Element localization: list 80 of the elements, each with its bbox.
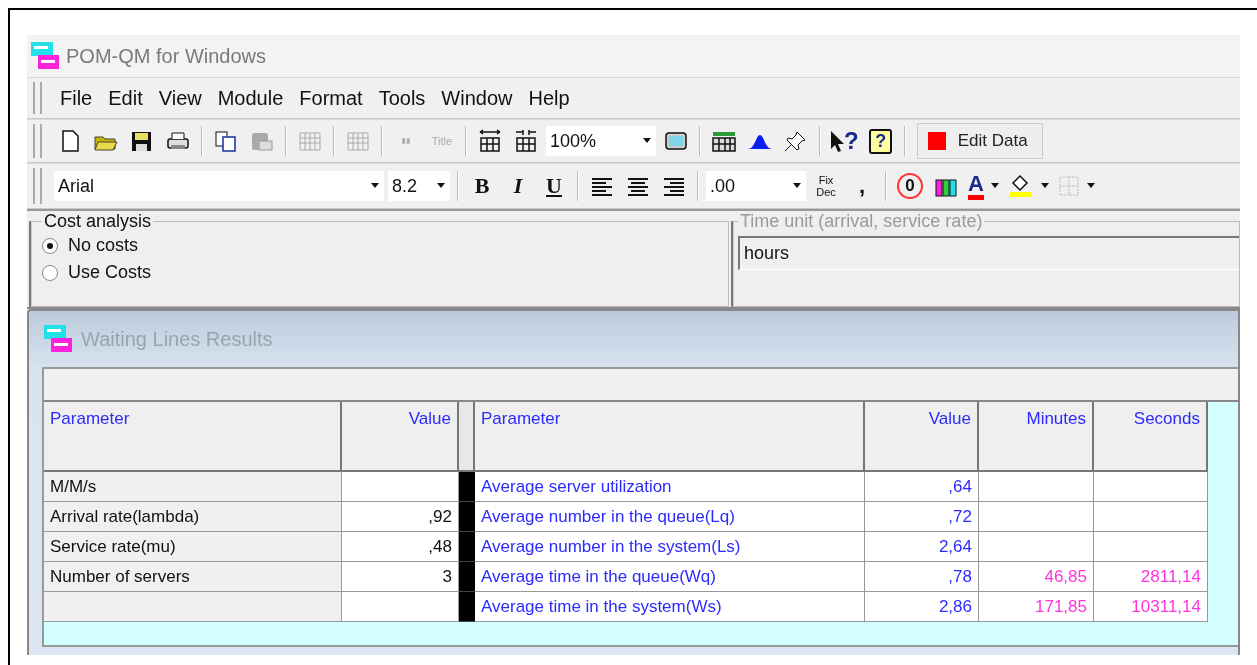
window-title: Waiting Lines Results	[81, 327, 273, 351]
radio-option[interactable]: No costs	[42, 232, 718, 259]
dropdown-arrow-icon	[370, 183, 380, 189]
paint-bucket-icon	[1007, 174, 1034, 198]
menu-item[interactable]: Format	[293, 86, 369, 110]
grid-icon	[345, 129, 371, 153]
menu-item[interactable]: View	[152, 86, 208, 110]
pointer-icon	[830, 129, 844, 153]
table-cell: M/M/s	[44, 472, 342, 502]
dropdown-arrow-icon	[642, 138, 652, 144]
toolbar-grip[interactable]	[33, 124, 42, 158]
toolbar-grip[interactable]	[33, 168, 42, 204]
window-title: POM-QM for Windows	[66, 44, 267, 68]
font-dropdown[interactable]: Arial	[54, 171, 384, 201]
dropdown-arrow-icon	[792, 183, 802, 189]
table-cell: Average time in the system(Ws)	[475, 592, 865, 622]
column-header: Value	[342, 402, 459, 472]
column-header: Parameter	[44, 402, 342, 472]
table-icon	[711, 129, 737, 153]
dropdown-arrow-icon	[436, 183, 446, 189]
table-cell: 2811,14	[1094, 562, 1208, 592]
table-cell: 2,64	[865, 532, 979, 562]
table-cell: Average number in the system(Ls)	[475, 532, 865, 562]
table-cell: Average server utilization	[475, 472, 865, 502]
quote-icon	[402, 138, 410, 144]
comma-button[interactable]: ,	[846, 169, 878, 203]
menu-item[interactable]: File	[54, 86, 99, 110]
column-header: Seconds	[1094, 402, 1208, 472]
app-icon	[30, 41, 60, 71]
table-cell: Number of servers	[44, 562, 342, 592]
table-cell: ,92	[342, 502, 459, 532]
radio-button[interactable]	[42, 264, 58, 281]
menu-item[interactable]: Edit	[102, 86, 149, 110]
table-cell: ,78	[865, 562, 979, 592]
column-header: Minutes	[979, 402, 1094, 472]
radio-button[interactable]	[42, 237, 58, 254]
divider-header	[459, 402, 475, 472]
copy-icon	[213, 129, 239, 153]
table-cell: 10311,14	[1094, 592, 1208, 622]
italic-button[interactable]: I	[502, 169, 534, 203]
table-cell: 2,86	[865, 592, 979, 622]
menu-item[interactable]: Help	[522, 86, 576, 110]
bold-button[interactable]: B	[466, 169, 498, 203]
radio-option[interactable]: Use Costs	[42, 259, 718, 286]
monitor-icon	[663, 129, 689, 153]
dropdown-arrow-icon	[989, 183, 1000, 189]
table-cell: 3	[342, 562, 459, 592]
toolbar-grip[interactable]	[33, 82, 42, 114]
column-header: Value	[865, 402, 979, 472]
group-label: Time unit (arrival, service rate)	[739, 211, 984, 232]
table-cell: 46,85	[979, 562, 1094, 592]
square-icon	[927, 132, 946, 150]
table-cell: Average time in the queue(Wq)	[475, 562, 865, 592]
font-color-button[interactable]: A	[966, 169, 1002, 203]
dropdown-arrow-icon	[1085, 183, 1096, 189]
fix-decimals-button[interactable]: Fix Dec	[810, 169, 842, 203]
help-pointer-button[interactable]: ?	[828, 124, 861, 158]
table-cell: ,64	[865, 472, 979, 502]
group-label: Cost analysis	[43, 211, 153, 232]
menu-item[interactable]: Tools	[372, 86, 432, 110]
table-cell: Average number in the queue(Lq)	[475, 502, 865, 532]
column-width-icon	[477, 129, 503, 153]
table-cell: ,72	[865, 502, 979, 532]
window-icon	[43, 324, 73, 354]
table-cell: 171,85	[979, 592, 1094, 622]
size-dropdown[interactable]: 8.2	[388, 171, 450, 201]
table-cell: Service rate(mu)	[44, 532, 342, 562]
edit-data-button[interactable]: Edit Data	[916, 123, 1043, 159]
column-header: Parameter	[475, 402, 865, 472]
dropdown-arrow-icon	[1039, 183, 1050, 189]
table-cell: ,48	[342, 532, 459, 562]
zoom-dropdown[interactable]: 100%	[546, 126, 656, 156]
menu-item[interactable]: Module	[211, 86, 290, 110]
number-format-dropdown[interactable]: .00	[706, 171, 806, 201]
menu-item[interactable]: Window	[435, 86, 519, 110]
column-shrink-icon	[513, 129, 539, 153]
grid-icon	[297, 129, 323, 153]
table-cell: Arrival rate(lambda)	[44, 502, 342, 532]
border-grid-icon	[1057, 175, 1080, 197]
underline-button[interactable]: U	[538, 169, 570, 203]
